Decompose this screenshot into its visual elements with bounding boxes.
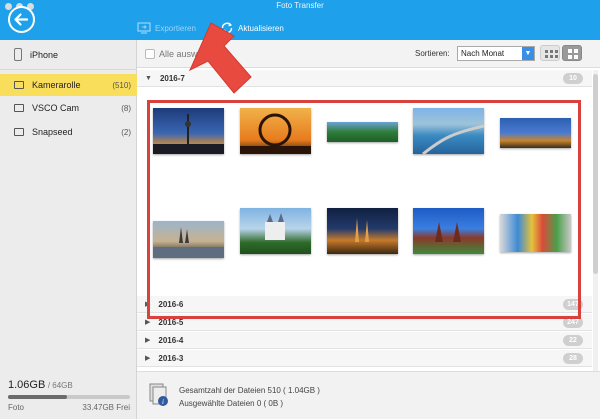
- group-header[interactable]: ▶ 2016-4 22: [137, 332, 592, 349]
- window-title: Foto Transfer: [276, 1, 324, 10]
- title-bar: Foto Transfer: [0, 0, 600, 13]
- photo-thumbnail[interactable]: [413, 108, 484, 154]
- photo-thumbnail[interactable]: [413, 208, 484, 254]
- coastal-road-photo: [422, 124, 484, 154]
- large-grid-view-button[interactable]: [562, 45, 582, 61]
- storage-bar: [8, 395, 130, 399]
- storage-total: / 64GB: [47, 381, 73, 390]
- photo-thumbnail[interactable]: [153, 108, 224, 154]
- back-button[interactable]: [8, 6, 35, 33]
- group-header[interactable]: ▶ 2016-3 28: [137, 350, 592, 367]
- vertical-scrollbar[interactable]: [593, 70, 598, 402]
- photo-thumbnail[interactable]: [500, 118, 571, 148]
- sidebar-item-kamerarolle[interactable]: Kamerarolle (510): [0, 74, 137, 96]
- toolbar: Exportieren Aktualisieren: [0, 13, 600, 40]
- camera-icon: [14, 81, 24, 89]
- expanded-triangle-icon: ▼: [145, 74, 152, 82]
- scrollbar-thumb[interactable]: [593, 74, 598, 274]
- status-footer: i Gesamtzahl der Dateien 510 ( 1.04GB ) …: [137, 371, 600, 419]
- back-arrow-icon: [14, 13, 29, 26]
- sidebar-item-count: (8): [121, 103, 131, 113]
- device-header[interactable]: iPhone: [0, 40, 137, 70]
- berlin-tv-tower-photo: [153, 114, 224, 154]
- group-count-badge: 22: [563, 335, 583, 346]
- collapsed-triangle-icon: ▶: [145, 319, 151, 326]
- group-label: 2016-4: [158, 335, 184, 345]
- total-files-text: Gesamtzahl der Dateien 510 ( 1.04GB ): [179, 386, 320, 395]
- roller-coaster-photo: [240, 113, 311, 154]
- storage-panel: 1.06GB / 64GB Foto 33.47GB Frei: [8, 379, 130, 412]
- group-label: 2016-3: [158, 353, 184, 363]
- sidebar-item-count: (2): [121, 127, 131, 137]
- chevron-down-icon: ▼: [522, 47, 534, 60]
- group-count-badge: 10: [563, 73, 583, 84]
- export-icon: [137, 22, 151, 34]
- holstentor-photo: [435, 222, 461, 242]
- photo-thumbnail[interactable]: [327, 208, 398, 254]
- sidebar-item-label: Kamerarolle: [32, 80, 81, 90]
- album-icon: [14, 104, 24, 112]
- pointer-arrow-icon: [188, 22, 252, 94]
- selected-files-text: Ausgewählte Dateien 0 ( 0B ): [179, 399, 284, 408]
- collapsed-triangle-icon: ▶: [145, 355, 151, 362]
- small-grid-view-button[interactable]: [540, 45, 560, 61]
- cologne-cathedral-photo: [153, 227, 224, 258]
- grid-small-icon: [545, 50, 548, 53]
- device-name: iPhone: [30, 49, 59, 60]
- neuschwanstein-photo: [265, 213, 285, 240]
- select-all-checkbox[interactable]: [145, 49, 155, 59]
- sidebar: iPhone Kamerarolle (510) VSCO Cam (8) Sn…: [0, 40, 137, 419]
- sort-label: Sortieren:: [415, 49, 450, 58]
- grid-large-icon: [568, 49, 572, 53]
- svg-text:i: i: [162, 398, 164, 406]
- photo-grid-highlight: [147, 100, 581, 319]
- sort-value: Nach Monat: [461, 49, 505, 58]
- file-info-icon: i: [149, 383, 168, 406]
- sidebar-item-count: (510): [112, 80, 131, 90]
- photo-thumbnail[interactable]: [240, 208, 311, 254]
- storage-free: 33.47GB Frei: [82, 403, 130, 412]
- sidebar-item-label: Snapseed: [32, 127, 73, 137]
- photo-thumbnail[interactable]: [240, 108, 311, 154]
- album-icon: [14, 128, 24, 136]
- group-label: 2016-7: [159, 73, 185, 83]
- photo-thumbnail[interactable]: [153, 221, 224, 258]
- sort-dropdown[interactable]: Nach Monat ▼: [457, 46, 535, 61]
- storage-used: 1.06GB: [8, 379, 46, 391]
- photo-thumbnail[interactable]: [327, 122, 398, 142]
- sidebar-item-label: VSCO Cam: [32, 103, 80, 113]
- storage-photo-label: Foto: [8, 403, 25, 412]
- sidebar-item-vsco-cam[interactable]: VSCO Cam (8): [0, 97, 137, 119]
- photo-thumbnail[interactable]: [500, 214, 571, 252]
- storage-bar-fill: [8, 395, 67, 399]
- sidebar-item-snapseed[interactable]: Snapseed (2): [0, 121, 137, 143]
- iphone-icon: [14, 48, 22, 61]
- cathedral-night-photo: [355, 218, 369, 242]
- group-count-badge: 28: [563, 353, 583, 364]
- collapsed-triangle-icon: ▶: [145, 337, 151, 344]
